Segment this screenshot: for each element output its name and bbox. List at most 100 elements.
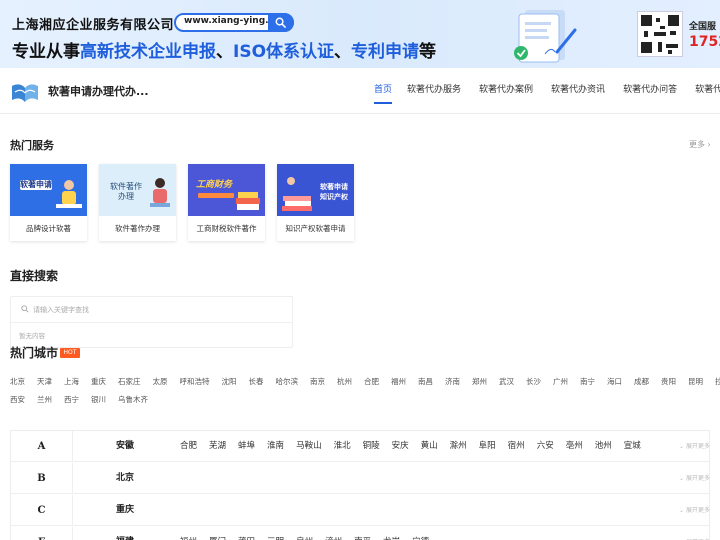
- expand-button[interactable]: ⌄ 展开更多: [679, 463, 710, 494]
- province-city-link[interactable]: 合肥: [180, 431, 197, 462]
- province-city-link[interactable]: 福州: [180, 527, 197, 540]
- hot-cities-title: 热门城市: [10, 346, 59, 360]
- province-city-link[interactable]: 漳州: [325, 527, 342, 540]
- province-city-link[interactable]: 南平: [354, 527, 371, 540]
- province-city-link[interactable]: 芜湖: [209, 431, 226, 462]
- books-stack-icon: [282, 177, 312, 211]
- service-card-3[interactable]: 工商财务 工商财税软件著作: [188, 164, 265, 241]
- city-link[interactable]: 太原: [153, 376, 168, 387]
- nav-cases[interactable]: 软著代办案例: [479, 68, 533, 114]
- nav-wiki[interactable]: 软著代办百科: [695, 68, 720, 114]
- nav-home[interactable]: 首页: [374, 68, 393, 114]
- city-link[interactable]: 沈阳: [222, 376, 237, 387]
- search-input[interactable]: [33, 301, 283, 318]
- service-image-1: 软著申请: [10, 164, 87, 216]
- service-label: 软件著作办理: [115, 224, 160, 233]
- banner-company-name: 上海湘应企业服务有限公司: [12, 18, 175, 33]
- city-link[interactable]: 昆明: [688, 376, 703, 387]
- city-link[interactable]: 合肥: [364, 376, 379, 387]
- province-row: A 安徽 合肥 芜湖 蚌埠 淮南 马鞍山 淮北 铜陵 安庆 黄山 滁州 阜阳 宿州 六安 亳州 池州 宣城 ⌄ 展开…: [11, 431, 710, 462]
- service-card-2[interactable]: 软件著作 办理 软件著作办理: [99, 164, 176, 241]
- province-city-link[interactable]: 莆田: [238, 527, 255, 540]
- city-link[interactable]: 哈尔滨: [276, 376, 299, 387]
- province-letter: B: [11, 463, 73, 494]
- nav-qa[interactable]: 软著代办问答: [623, 68, 677, 114]
- province-city-link[interactable]: 厦门: [209, 527, 226, 540]
- province-city-link[interactable]: 淮北: [334, 431, 351, 462]
- nav-news[interactable]: 软著代办资讯: [551, 68, 605, 114]
- site-title[interactable]: 软著申请办理代办...: [48, 83, 149, 99]
- province-city-link[interactable]: 三明: [267, 527, 284, 540]
- city-link[interactable]: 天津: [37, 376, 52, 387]
- province-city-link[interactable]: 池州: [595, 431, 612, 462]
- nav-services[interactable]: 软著代办服务: [407, 68, 461, 114]
- city-link[interactable]: 长沙: [526, 376, 541, 387]
- province-city-link[interactable]: 安庆: [392, 431, 409, 462]
- city-link[interactable]: 济南: [445, 376, 460, 387]
- province-city-link[interactable]: 亳州: [566, 431, 583, 462]
- city-link[interactable]: 杭州: [337, 376, 352, 387]
- city-link[interactable]: 西安: [10, 394, 25, 405]
- city-link[interactable]: 西宁: [64, 394, 79, 405]
- city-link[interactable]: 上海: [64, 376, 79, 387]
- expand-button[interactable]: ⌄ 展开更多: [679, 495, 710, 526]
- province-city-link[interactable]: 铜陵: [363, 431, 380, 462]
- city-link[interactable]: 呼和浩特: [180, 376, 210, 387]
- city-link[interactable]: 乌鲁木齐: [118, 394, 148, 405]
- city-link[interactable]: 北京: [10, 376, 25, 387]
- hot-cities-row-1: 北京 天津 上海 重庆 石家庄 太原 呼和浩特 沈阳 长春 哈尔滨 南京 杭州 合肥 福州 南昌 济南 郑州 武汉…: [10, 376, 720, 387]
- province-city-link[interactable]: 泉州: [296, 527, 313, 540]
- city-link[interactable]: 南昌: [418, 376, 433, 387]
- province-row: B 北京 ⌄ 展开更多: [11, 463, 710, 494]
- province-name[interactable]: 福建: [116, 527, 134, 540]
- city-link[interactable]: 兰州: [37, 394, 52, 405]
- province-city-link[interactable]: 宁德: [412, 527, 429, 540]
- book-logo-icon[interactable]: [10, 78, 40, 104]
- province-row: C 重庆 ⌄ 展开更多: [11, 495, 710, 526]
- province-name[interactable]: 安徽: [116, 431, 134, 462]
- service-card-1[interactable]: 软著申请 品牌设计软著: [10, 164, 87, 241]
- city-link[interactable]: 贵阳: [661, 376, 676, 387]
- city-link[interactable]: 长春: [249, 376, 264, 387]
- province-city-link[interactable]: 龙岩: [383, 527, 400, 540]
- expand-button[interactable]: ⌄ 展开更多: [679, 431, 710, 462]
- province-city-link[interactable]: 淮南: [267, 431, 284, 462]
- service-card-4[interactable]: 软著申请 知识产权 知识产权软著申请: [277, 164, 354, 241]
- city-link[interactable]: 广州: [553, 376, 568, 387]
- hot-cities-row-2: 西安 兰州 西宁 银川 乌鲁木齐: [10, 394, 160, 405]
- province-city-link[interactable]: 宣城: [624, 431, 641, 462]
- qr-code-icon: [637, 11, 683, 57]
- banner-slogan: 专业从事高新技术企业申报、ISO体系认证、专利申请等: [12, 42, 437, 62]
- person-reading-icon: [150, 178, 170, 207]
- expand-arrow-icon: ⌄: [679, 475, 686, 482]
- city-link[interactable]: 南宁: [580, 376, 595, 387]
- city-link[interactable]: 石家庄: [118, 376, 141, 387]
- city-link[interactable]: 拉萨: [715, 376, 720, 387]
- province-city-link[interactable]: 宿州: [508, 431, 525, 462]
- province-city-link[interactable]: 六安: [537, 431, 554, 462]
- city-link[interactable]: 武汉: [499, 376, 514, 387]
- province-city-link[interactable]: 滁州: [450, 431, 467, 462]
- expand-button[interactable]: ⌄ 展开更多: [679, 527, 710, 540]
- city-link[interactable]: 南京: [310, 376, 325, 387]
- province-city-link[interactable]: 阜阳: [479, 431, 496, 462]
- province-city-link[interactable]: 蚌埠: [238, 431, 255, 462]
- city-link[interactable]: 成都: [634, 376, 649, 387]
- banner-search-button[interactable]: [268, 13, 294, 32]
- province-city-link[interactable]: 黄山: [421, 431, 438, 462]
- province-letter: C: [11, 495, 73, 526]
- city-link[interactable]: 郑州: [472, 376, 487, 387]
- province-name[interactable]: 北京: [116, 463, 134, 494]
- search-panel: 暂无内容: [10, 296, 293, 348]
- province-city-link[interactable]: 马鞍山: [296, 431, 322, 462]
- service-image-2: 软件著作 办理: [99, 164, 176, 216]
- city-link[interactable]: 福州: [391, 376, 406, 387]
- more-link[interactable]: 更多 ›: [689, 139, 711, 150]
- banner-hotline: 17521: [689, 34, 720, 50]
- province-cities: 合肥 芜湖 蚌埠 淮南 马鞍山 淮北 铜陵 安庆 黄山 滁州 阜阳 宿州 六安 亳州 池州 宣城: [180, 431, 653, 462]
- city-link[interactable]: 重庆: [91, 376, 106, 387]
- city-link[interactable]: 海口: [607, 376, 622, 387]
- province-name[interactable]: 重庆: [116, 495, 134, 526]
- city-link[interactable]: 银川: [91, 394, 106, 405]
- banner-url-box[interactable]: www.xiang-ying.cn: [174, 13, 294, 32]
